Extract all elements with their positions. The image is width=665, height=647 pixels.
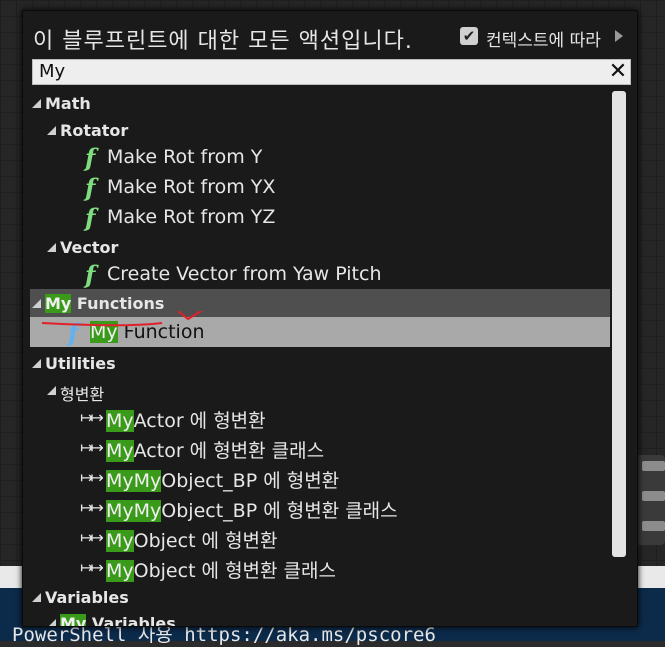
category-math[interactable]: Math: [30, 89, 610, 119]
expand-triangle-icon[interactable]: [32, 359, 41, 368]
action-label: MyActor 에 형변환 클래스: [106, 436, 324, 463]
search-match-highlight: MyMy: [106, 500, 162, 522]
expand-triangle-icon[interactable]: [32, 299, 41, 308]
expand-triangle-icon[interactable]: [47, 386, 56, 395]
action-label-rest: Object 에 형변환: [133, 530, 278, 552]
category-label: My Variables: [60, 614, 176, 626]
search-match-highlight: My: [106, 530, 134, 552]
action-label-rest: Object 에 형변환 클래스: [133, 560, 336, 582]
scrollbar[interactable]: [612, 91, 626, 557]
action-item[interactable]: f Make Rot from YX: [30, 172, 610, 202]
search-match-highlight: My: [106, 560, 134, 582]
category-label: Math: [45, 94, 91, 113]
background-node-pin: [642, 461, 665, 471]
search-input[interactable]: My: [39, 61, 65, 82]
red-annotation-mark: [41, 311, 204, 327]
category-my-variables[interactable]: My Variables: [30, 609, 610, 626]
cast-arrow-icon: ↦↦: [80, 408, 104, 427]
action-label-rest: Object_BP 에 형변환: [161, 470, 340, 492]
action-label: Make Rot from YX: [107, 176, 276, 198]
cast-action-item[interactable]: ↦↦ MyMyObject_BP 에 형변환: [30, 462, 610, 492]
context-sensitive-checkbox[interactable]: ✔: [460, 27, 478, 45]
category-label: Utilities: [45, 354, 116, 373]
action-label: MyObject 에 형변환 클래스: [106, 556, 336, 583]
action-label-rest: Actor 에 형변환 클래스: [133, 440, 325, 462]
function-f-icon: f: [85, 203, 96, 232]
expand-triangle-icon[interactable]: [47, 126, 56, 135]
action-label: MyMyObject_BP 에 형변환 클래스: [106, 496, 398, 523]
expand-triangle-icon[interactable]: [32, 99, 41, 108]
action-menu-panel: 이 블루프린트에 대한 모든 액션입니다. ✔ 컨텍스트에 따라 My ✕ Ma…: [22, 10, 638, 627]
expand-triangle-icon[interactable]: [47, 619, 56, 626]
search-field[interactable]: My ✕: [32, 59, 631, 85]
search-match-highlight: My: [106, 440, 134, 462]
search-match-highlight: My: [106, 410, 134, 432]
action-tree: Math Rotator f Make Rot from Y f Make Ro…: [30, 89, 610, 626]
action-label: Make Rot from Y: [107, 146, 263, 168]
search-match-highlight: My: [60, 614, 87, 626]
cast-action-item[interactable]: ↦↦ MyObject 에 형변환: [30, 522, 610, 552]
expand-triangle-icon[interactable]: [32, 593, 41, 602]
category-label-rest: Variables: [86, 614, 176, 626]
cast-action-item[interactable]: ↦↦ MyActor 에 형변환: [30, 402, 610, 432]
cast-action-item[interactable]: ↦↦ MyMyObject_BP 에 형변환 클래스: [30, 492, 610, 522]
context-sensitive-label[interactable]: 컨텍스트에 따라: [486, 26, 601, 51]
category-label: Variables: [45, 588, 129, 607]
action-label: Create Vector from Yaw Pitch: [107, 263, 382, 285]
cast-arrow-icon: ↦↦: [80, 558, 104, 577]
function-f-icon: f: [85, 173, 96, 202]
cast-arrow-icon: ↦↦: [80, 468, 104, 487]
expand-triangle-icon[interactable]: [47, 243, 56, 252]
cast-arrow-icon: ↦↦: [80, 498, 104, 517]
action-label: MyObject 에 형변환: [106, 526, 278, 553]
category-label: Rotator: [60, 121, 129, 140]
function-f-icon: f: [85, 143, 96, 172]
cast-arrow-icon: ↦↦: [80, 528, 104, 547]
action-label: MyActor 에 형변환: [106, 406, 266, 433]
category-label: Vector: [60, 238, 119, 257]
background-node-pin: [642, 521, 665, 531]
search-match-highlight: MyMy: [106, 470, 162, 492]
cast-action-item[interactable]: ↦↦ MyActor 에 형변환 클래스: [30, 432, 610, 462]
cast-action-item[interactable]: ↦↦ MyObject 에 형변환 클래스: [30, 552, 610, 582]
cast-arrow-icon: ↦↦: [80, 438, 104, 457]
checkmark-icon: ✔: [462, 27, 476, 45]
background-node: [636, 455, 665, 545]
category-utilities[interactable]: Utilities: [30, 349, 610, 379]
action-item[interactable]: f Make Rot from YZ: [30, 202, 610, 232]
action-label-rest: Actor 에 형변환: [133, 410, 266, 432]
background-node-pin: [642, 491, 665, 501]
action-label: Make Rot from YZ: [107, 206, 276, 228]
action-item[interactable]: f Make Rot from Y: [30, 142, 610, 172]
close-icon[interactable]: ✕: [607, 61, 629, 83]
action-label: MyMyObject_BP 에 형변환: [106, 466, 339, 493]
action-label-rest: Object_BP 에 형변환 클래스: [161, 500, 398, 522]
action-item[interactable]: f Create Vector from Yaw Pitch: [30, 259, 610, 289]
function-f-icon: f: [85, 260, 96, 289]
action-menu-title: 이 블루프린트에 대한 모든 액션입니다.: [33, 29, 413, 54]
action-menu-header: 이 블루프린트에 대한 모든 액션입니다. ✔ 컨텍스트에 따라: [23, 11, 637, 59]
context-expand-arrow-icon[interactable]: [615, 30, 623, 42]
